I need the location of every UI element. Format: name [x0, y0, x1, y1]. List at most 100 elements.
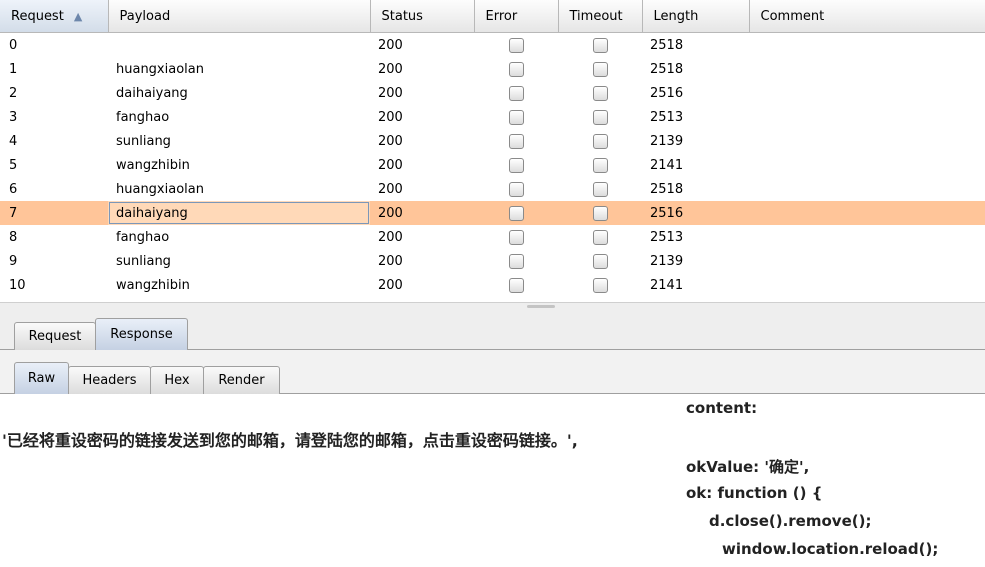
cell-timeout — [558, 153, 642, 177]
cell-request: 2 — [9, 85, 18, 101]
tab-raw[interactable]: Raw — [14, 362, 69, 394]
cell-error — [474, 81, 558, 105]
timeout-checkbox — [592, 253, 608, 269]
table-row[interactable]: 6 huangxiaolan 200 2518 — [0, 177, 985, 201]
cell-comment — [749, 57, 985, 81]
cell-comment — [749, 273, 985, 297]
column-header-label: Request — [11, 8, 64, 24]
tab-headers[interactable]: Headers — [68, 366, 151, 394]
column-header-comment[interactable]: Comment — [749, 0, 985, 33]
error-checkbox — [508, 253, 524, 269]
tab-request[interactable]: Request — [14, 322, 96, 350]
cell-error — [474, 273, 558, 297]
error-checkbox — [508, 181, 524, 197]
cell-error — [474, 57, 558, 81]
results-table-container: Request ▲ Payload Status Error Timeout Le… — [0, 0, 985, 302]
column-header-status[interactable]: Status — [370, 0, 475, 33]
error-checkbox — [508, 61, 524, 77]
cell-status: 200 — [378, 157, 403, 173]
table-row[interactable]: 7 daihaiyang 200 2516 — [0, 201, 985, 225]
cell-length: 2141 — [650, 277, 684, 293]
error-checkbox — [508, 157, 524, 173]
cell-request: 4 — [9, 133, 18, 149]
table-row[interactable]: 9 sunliang 200 2139 — [0, 249, 985, 273]
cell-status: 200 — [378, 181, 403, 197]
cell-timeout — [558, 105, 642, 129]
cell-length: 2139 — [650, 253, 684, 269]
cell-payload — [108, 33, 370, 58]
timeout-checkbox — [592, 85, 608, 101]
tab-response[interactable]: Response — [95, 318, 188, 350]
cell-payload: huangxiaolan — [116, 181, 204, 197]
table-row[interactable]: 4 sunliang 200 2139 — [0, 129, 985, 153]
cell-comment — [749, 81, 985, 105]
column-header-timeout[interactable]: Timeout — [558, 0, 643, 33]
splitter-grip-icon[interactable] — [527, 305, 555, 308]
cell-comment — [749, 129, 985, 153]
tab-hex[interactable]: Hex — [150, 366, 204, 394]
error-checkbox — [508, 37, 524, 53]
response-view-tabbar: Raw Headers Hex Render — [0, 350, 985, 394]
timeout-checkbox — [592, 277, 608, 293]
cell-error — [474, 105, 558, 129]
cell-payload: fanghao — [116, 109, 170, 125]
column-header-request[interactable]: Request ▲ — [0, 0, 109, 33]
cell-payload: huangxiaolan — [116, 61, 204, 77]
cell-request: 6 — [9, 181, 18, 197]
cell-error — [474, 129, 558, 153]
cell-timeout — [558, 57, 642, 81]
table-row[interactable]: 10 wangzhibin 200 2141 — [0, 273, 985, 297]
table-row[interactable]: 8 fanghao 200 2513 — [0, 225, 985, 249]
column-header-error[interactable]: Error — [474, 0, 559, 33]
cell-status: 200 — [370, 201, 474, 225]
cell-status: 200 — [378, 253, 403, 269]
cell-timeout — [558, 201, 642, 225]
cell-timeout — [558, 249, 642, 273]
table-row[interactable]: 1 huangxiaolan 200 2518 — [0, 57, 985, 81]
sort-ascending-icon: ▲ — [73, 9, 83, 23]
timeout-checkbox — [592, 37, 608, 53]
timeout-checkbox — [592, 181, 608, 197]
cell-request: 1 — [9, 61, 18, 77]
cell-length: 2513 — [650, 109, 684, 125]
results-table: Request ▲ Payload Status Error Timeout Le… — [0, 0, 985, 297]
cell-comment — [749, 33, 985, 58]
timeout-checkbox — [592, 157, 608, 173]
cell-length: 2513 — [650, 229, 684, 245]
response-line: d.close().remove(); — [709, 512, 872, 530]
response-line: okValue: '确定', — [686, 458, 810, 476]
cell-status: 200 — [378, 37, 403, 53]
cell-comment — [749, 105, 985, 129]
timeout-checkbox — [592, 133, 608, 149]
cell-request: 0 — [9, 37, 18, 53]
table-row[interactable]: 3 fanghao 200 2513 — [0, 105, 985, 129]
cell-length: 2516 — [642, 201, 749, 225]
cell-timeout — [558, 177, 642, 201]
response-line: window.location.reload(); — [722, 540, 939, 558]
cell-comment — [749, 177, 985, 201]
timeout-checkbox — [592, 229, 608, 245]
cell-error — [474, 225, 558, 249]
table-row[interactable]: 0 200 2518 — [0, 33, 985, 58]
cell-request: 9 — [9, 253, 18, 269]
cell-request: 7 — [0, 201, 108, 225]
cell-error — [474, 249, 558, 273]
cell-comment — [749, 225, 985, 249]
cell-request: 3 — [9, 109, 18, 125]
response-line: ok: function () { — [686, 484, 823, 502]
cell-length: 2518 — [650, 61, 684, 77]
cell-error — [474, 33, 558, 58]
response-raw-content[interactable]: content: '已经将重设密码的链接发送到您的邮箱，请登陆您的邮箱，点击重设… — [0, 395, 985, 567]
cell-timeout — [558, 33, 642, 58]
cell-payload: wangzhibin — [116, 277, 190, 293]
column-header-payload[interactable]: Payload — [108, 0, 371, 33]
error-checkbox — [508, 109, 524, 125]
cell-timeout — [558, 273, 642, 297]
table-row[interactable]: 5 wangzhibin 200 2141 — [0, 153, 985, 177]
cell-length: 2139 — [650, 133, 684, 149]
timeout-checkbox — [592, 61, 608, 77]
column-header-length[interactable]: Length — [642, 0, 750, 33]
table-row[interactable]: 2 daihaiyang 200 2516 — [0, 81, 985, 105]
cell-status: 200 — [378, 229, 403, 245]
tab-render[interactable]: Render — [203, 366, 280, 394]
